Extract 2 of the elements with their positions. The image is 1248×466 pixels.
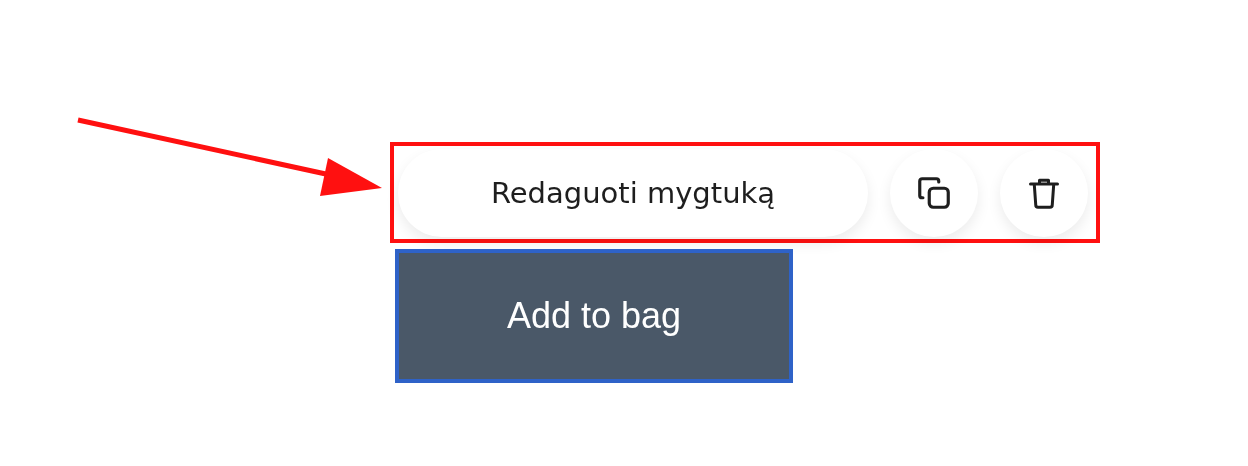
edit-button[interactable]: Redaguoti mygtuką xyxy=(398,148,868,237)
add-to-bag-button[interactable]: Add to bag xyxy=(395,249,793,383)
